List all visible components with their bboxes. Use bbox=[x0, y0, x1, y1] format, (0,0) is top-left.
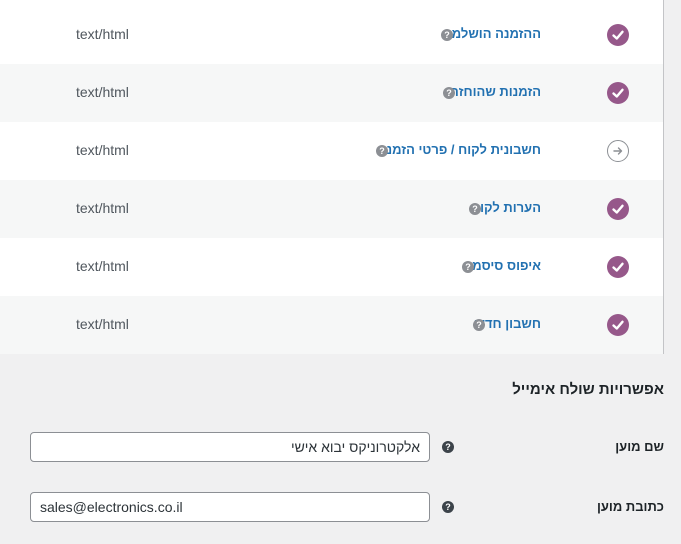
email-link-customer-note[interactable]: הערות לקוח bbox=[471, 200, 541, 215]
table-row: איפוס סיסמה ? text/html bbox=[0, 238, 663, 296]
help-icon[interactable]: ? bbox=[376, 145, 388, 157]
content-type: text/html bbox=[76, 142, 129, 158]
from-address-label: כתובת מוען bbox=[596, 499, 664, 514]
table-row: ההזמנה הושלמה ? text/html bbox=[0, 6, 663, 64]
email-notifications-table: ההזמנה הושלמה ? text/html הזמנות שהוחזרו… bbox=[0, 0, 664, 354]
content-type: text/html bbox=[76, 200, 129, 216]
content-type: text/html bbox=[76, 26, 129, 42]
content-type: text/html bbox=[76, 84, 129, 100]
table-row: חשבונית לקוח / פרטי הזמנה ? text/html bbox=[0, 122, 663, 180]
email-link-reset-password[interactable]: איפוס סיסמה bbox=[463, 258, 541, 273]
section-title: אפשרויות שולח אימייל bbox=[512, 381, 664, 398]
help-icon[interactable]: ? bbox=[443, 87, 455, 99]
status-enabled-icon bbox=[607, 198, 629, 220]
status-enabled-icon bbox=[607, 256, 629, 278]
email-settings-page: ההזמנה הושלמה ? text/html הזמנות שהוחזרו… bbox=[0, 0, 681, 544]
from-name-label: שם מוען bbox=[615, 439, 664, 454]
content-type: text/html bbox=[76, 258, 129, 274]
help-icon[interactable]: ? bbox=[442, 501, 454, 513]
table-row: הזמנות שהוחזרו ? text/html bbox=[0, 64, 663, 122]
from-name-input[interactable] bbox=[30, 432, 430, 462]
status-enabled-icon bbox=[607, 24, 629, 46]
help-icon[interactable]: ? bbox=[442, 441, 454, 453]
email-link-order-completed[interactable]: ההזמנה הושלמה bbox=[443, 26, 541, 41]
help-icon[interactable]: ? bbox=[473, 319, 485, 331]
help-icon[interactable]: ? bbox=[441, 29, 453, 41]
status-enabled-icon bbox=[607, 82, 629, 104]
email-link-refunded-order[interactable]: הזמנות שהוחזרו bbox=[447, 84, 541, 99]
status-manual-arrow-icon bbox=[607, 140, 629, 162]
content-type: text/html bbox=[76, 316, 129, 332]
table-row: הערות לקוח ? text/html bbox=[0, 180, 663, 238]
status-enabled-icon bbox=[607, 314, 629, 336]
email-link-customer-invoice[interactable]: חשבונית לקוח / פרטי הזמנה bbox=[378, 142, 541, 157]
help-icon[interactable]: ? bbox=[469, 203, 481, 215]
table-row: חשבון חדש ? text/html bbox=[0, 296, 663, 354]
help-icon[interactable]: ? bbox=[462, 261, 474, 273]
from-address-input[interactable] bbox=[30, 492, 430, 522]
